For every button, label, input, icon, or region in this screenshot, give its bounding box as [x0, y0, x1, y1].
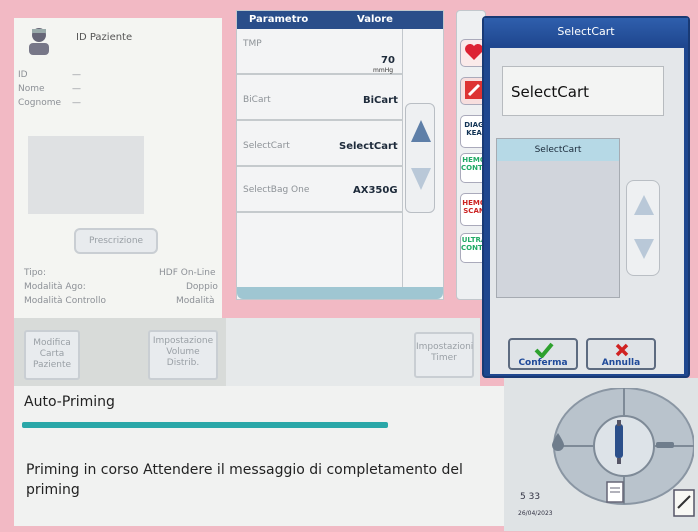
patient-name-label: Nome [18, 84, 45, 94]
param-name: BiCart [243, 95, 271, 105]
tipo-value: HDF On-Line [159, 268, 216, 278]
list-scroll-buttons [626, 180, 660, 276]
param-value: BiCart [363, 95, 398, 106]
tipo-label: Tipo: [24, 268, 46, 278]
patient-id-title: ID Paziente [76, 32, 133, 43]
volume-distribution-button[interactable]: Impostazione Volume Distrib. [148, 330, 218, 380]
modify-patient-card-button[interactable]: Modifica Carta Paziente [24, 330, 80, 380]
control-dial [524, 387, 695, 528]
patient-surname-value: — [72, 98, 81, 108]
table-row[interactable]: SelectCart SelectCart [237, 123, 403, 167]
center-actions-bar: Impostazioni Timer [226, 318, 480, 390]
table-scroll-buttons [405, 103, 435, 213]
table-row[interactable]: SelectBag One AX350G [237, 169, 403, 213]
list-scroll-down-arrow-icon[interactable] [632, 231, 656, 269]
param-value: SelectCart [339, 141, 398, 152]
clock-time: 5 33 [520, 492, 541, 502]
document-icon[interactable] [604, 480, 626, 504]
table-row[interactable]: TMP 70 mmHg [237, 29, 403, 75]
parameter-table: Parametro Valore TMP 70 mmHg BiCart BiCa… [236, 10, 444, 300]
param-unit: mmHg [373, 67, 394, 74]
cancel-label: Annulla [601, 358, 641, 368]
scroll-down-arrow-icon[interactable] [409, 160, 433, 200]
drop-icon[interactable] [550, 432, 566, 452]
param-name: SelectBag One [243, 185, 310, 195]
param-name: SelectCart [243, 141, 290, 151]
dialog-title: SelectCart [484, 18, 688, 46]
cancel-button[interactable]: Annulla [586, 338, 656, 370]
status-title: Auto-Priming [24, 394, 115, 410]
param-value: 70 [381, 55, 395, 66]
table-body: TMP 70 mmHg BiCart BiCart SelectCart Sel… [237, 29, 403, 295]
list-scroll-up-arrow-icon[interactable] [632, 189, 656, 227]
modalita-ago-value: Doppio [186, 282, 218, 292]
notes-icon[interactable] [672, 488, 696, 518]
table-header: Parametro Valore [237, 11, 443, 29]
close-x-icon [614, 342, 630, 358]
modalita-ago-label: Modalità Ago: [24, 282, 86, 292]
param-name: TMP [243, 39, 262, 49]
patient-name-value: — [72, 84, 81, 94]
prescription-button[interactable]: Prescrizione [74, 228, 158, 254]
scroll-up-arrow-icon[interactable] [409, 114, 433, 154]
header-parametro: Parametro [249, 14, 309, 25]
syringe-side-icon[interactable] [654, 436, 678, 448]
modalita-controllo-label: Modalità Controllo [24, 296, 106, 306]
patient-id-value: — [72, 70, 81, 80]
list-item[interactable]: SelectCart [497, 139, 619, 161]
patient-actions-bar: Modifica Carta Paziente Impostazione Vol… [14, 318, 226, 390]
patient-panel: ID Paziente ID — Nome — Cognome — Prescr… [14, 18, 222, 318]
param-value: AX350G [353, 185, 398, 196]
table-row[interactable]: BiCart BiCart [237, 77, 403, 121]
timer-settings-button[interactable]: Impostazioni Timer [414, 332, 474, 378]
control-dial-area: 5 33 26/04/2023 [504, 378, 698, 531]
table-footer-bar [237, 287, 443, 299]
patient-id-label: ID [18, 70, 28, 80]
dialog-body: SelectCart SelectCart Conferma Annulla [490, 48, 684, 374]
selection-list[interactable]: SelectCart [496, 138, 620, 298]
modalita-controllo-value: Modalità [176, 296, 215, 306]
selectcart-dialog: SelectCart SelectCart SelectCart Conferm… [482, 16, 690, 378]
clock-date: 26/04/2023 [518, 510, 553, 517]
confirm-label: Conferma [518, 358, 568, 368]
header-valore: Valore [357, 14, 393, 25]
syringe-icon[interactable] [612, 420, 626, 464]
patient-surname-label: Cognome [18, 98, 62, 108]
status-panel: Auto-Priming Priming in corso Attendere … [14, 386, 504, 526]
checkmark-icon [534, 342, 554, 359]
status-message: Priming in corso Attendere il messaggio … [26, 462, 463, 498]
patient-photo-placeholder [28, 136, 144, 214]
patient-avatar-icon [26, 26, 52, 56]
confirm-button[interactable]: Conferma [508, 338, 578, 370]
priming-progress-bar [22, 422, 388, 428]
selected-value-field: SelectCart [502, 66, 664, 116]
